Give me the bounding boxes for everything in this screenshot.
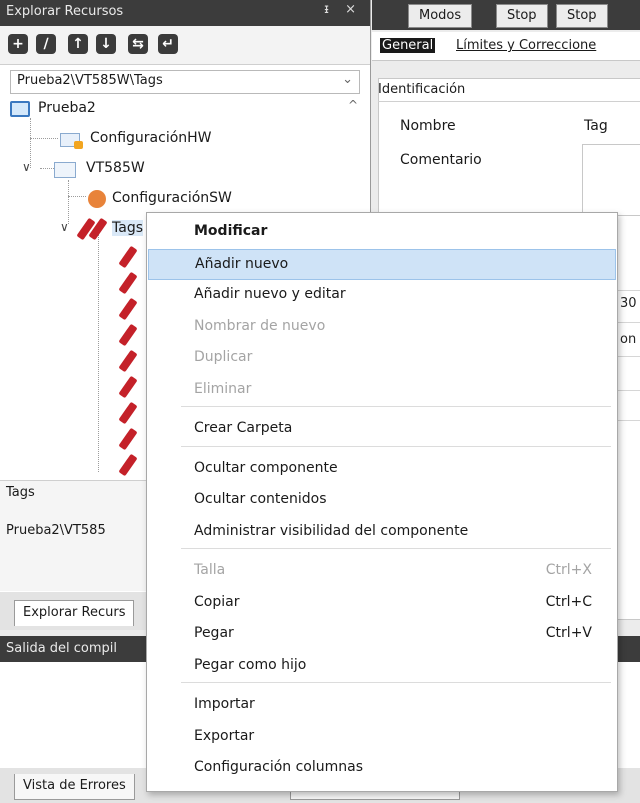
menu-item-shortcut: Ctrl+V: [545, 625, 592, 641]
menu-item-label: Crear Carpeta: [194, 420, 293, 436]
return-icon[interactable]: ↵: [158, 34, 178, 54]
chevron-down-icon[interactable]: ∨: [22, 160, 31, 174]
add-icon[interactable]: +: [8, 34, 28, 54]
menu-item-label: Importar: [194, 696, 255, 712]
summary-path: Prueba2\VT585: [6, 523, 106, 538]
context-menu: Modificar Añadir nuevo Añadir nuevo y edit…: [146, 212, 618, 792]
chevron-down-icon[interactable]: ∨: [60, 220, 69, 234]
menu-separator: [181, 445, 611, 447]
tag-icon[interactable]: [118, 401, 138, 425]
menu-item-configuracion-columnas[interactable]: Configuración columnas: [148, 753, 616, 784]
comentario-label: Comentario: [400, 152, 482, 168]
panel-device-icon: [54, 162, 76, 178]
summary-title: Tags: [6, 485, 35, 500]
comentario-field[interactable]: [582, 144, 640, 216]
menu-item-eliminar[interactable]: Eliminar: [148, 375, 616, 406]
mode-tabs: Modos Stop Stop: [372, 0, 640, 30]
menu-item-ocultar-componente[interactable]: Ocultar componente: [148, 454, 616, 485]
menu-item-copiar[interactable]: Copiar Ctrl+C: [148, 588, 616, 619]
tab-vista-errores[interactable]: Vista de Errores: [14, 774, 135, 800]
panel-pin-close-controls[interactable]: ᵻ ×: [324, 2, 362, 17]
tree-item-configuracionsw[interactable]: ConfiguraciónSW: [10, 186, 310, 212]
menu-item-duplicar[interactable]: Duplicar: [148, 343, 616, 374]
menu-item-label: Ocultar componente: [194, 459, 338, 476]
menu-item-anadir-nuevo[interactable]: Añadir nuevo: [148, 248, 616, 280]
menu-separator: [181, 682, 611, 683]
menu-item-label: Administrar visibilidad del componente: [194, 522, 469, 539]
nombre-label: Nombre: [400, 118, 456, 134]
tag-icon[interactable]: [118, 427, 138, 451]
section-divider: [378, 101, 640, 102]
tag-icon[interactable]: [118, 245, 138, 269]
menu-item-label: Configuración columnas: [194, 759, 364, 775]
tag-icon[interactable]: [118, 297, 138, 321]
tag-icon[interactable]: [118, 271, 138, 295]
section-identificacion: Identificación: [378, 82, 466, 97]
menu-item-label: Eliminar: [194, 380, 252, 397]
menu-separator: [181, 406, 611, 407]
menu-item-crear-carpeta[interactable]: Crear Carpeta: [148, 414, 616, 445]
menu-item-anadir-nuevo-y-editar[interactable]: Añadir nuevo y editar: [148, 280, 616, 311]
tree-item-tags[interactable]: ∨ Tags: [10, 216, 150, 242]
menu-item-label: Modificar: [194, 223, 268, 239]
explorer-toolbar: + ∕ ↑ ↓ ⇆ ↵: [0, 26, 370, 65]
project-icon: [10, 101, 30, 117]
menu-item-shortcut: Ctrl+X: [545, 562, 592, 578]
tab-general[interactable]: General: [380, 38, 436, 53]
menu-item-administrar-visibilidad-del-componente[interactable]: Administrar visibilidad del componente: [148, 517, 616, 548]
panel-title: Explorar Recursos: [6, 4, 124, 19]
tab-stop-2[interactable]: Stop: [556, 4, 608, 28]
tree-item-configuracionhw[interactable]: ConfiguraciónHW: [10, 126, 310, 152]
panel-title: Salida del compil: [6, 641, 118, 656]
menu-item-ocultar-contenidos[interactable]: Ocultar contenidos: [148, 485, 616, 516]
resource-explorer-titlebar: Explorar Recursos ᵻ ×: [0, 0, 370, 26]
tag-icon[interactable]: [118, 375, 138, 399]
menu-item-label: Talla: [194, 562, 226, 578]
move-up-icon[interactable]: ↑: [68, 34, 88, 54]
menu-item-label: Pegar: [194, 625, 234, 641]
menu-item-modificar[interactable]: Modificar: [148, 217, 616, 248]
menu-separator: [181, 548, 611, 549]
menu-item-talla[interactable]: Talla Ctrl+X: [148, 556, 616, 587]
chevron-down-icon[interactable]: ⌄: [342, 72, 353, 87]
hardware-config-icon: [60, 133, 83, 149]
nombre-field[interactable]: Tag: [584, 118, 608, 134]
menu-item-shortcut: Ctrl+C: [545, 593, 592, 610]
edit-icon[interactable]: ∕: [36, 34, 56, 54]
tab-stop-1[interactable]: Stop: [496, 4, 548, 28]
menu-item-pegar[interactable]: Pegar Ctrl+V: [148, 619, 616, 650]
tree-item-vt585w[interactable]: ∨ VT585W: [10, 156, 310, 182]
software-config-icon: [88, 190, 106, 208]
menu-item-nombrar-de-nuevo[interactable]: Nombrar de nuevo: [148, 312, 616, 343]
tag-icon[interactable]: [118, 349, 138, 373]
menu-item-exportar[interactable]: Exportar: [148, 722, 616, 753]
menu-item-pegar-como-hijo[interactable]: Pegar como hijo: [148, 651, 616, 682]
tag-icon[interactable]: [118, 453, 138, 477]
menu-item-label: Exportar: [194, 727, 255, 744]
menu-item-label: Añadir nuevo y editar: [194, 286, 346, 302]
move-down-icon[interactable]: ↓: [96, 34, 116, 54]
tab-limites-correcciones[interactable]: Límites y Correccione: [456, 38, 596, 53]
menu-item-label: Copiar: [194, 593, 240, 610]
tag-icon[interactable]: [118, 323, 138, 347]
path-dropdown[interactable]: Prueba2\VT585W\Tags ⌄: [10, 70, 360, 94]
menu-item-label: Añadir nuevo: [195, 255, 289, 272]
tab-explorar-recursos[interactable]: Explorar Recurs: [14, 600, 135, 626]
menu-item-importar[interactable]: Importar: [148, 690, 616, 721]
tree-line: [98, 234, 99, 472]
swap-icon[interactable]: ⇆: [128, 34, 148, 54]
tree-item-prueba2[interactable]: Prueba2: [10, 96, 310, 122]
path-value: Prueba2\VT585W\Tags: [17, 73, 163, 88]
value-fragment: on: [620, 332, 637, 347]
menu-item-label: Nombrar de nuevo: [194, 317, 326, 334]
tab-modos[interactable]: Modos: [408, 4, 473, 28]
value-fragment: 30: [620, 296, 637, 311]
menu-item-label: Duplicar: [194, 349, 253, 365]
menu-item-label: Pegar como hijo: [194, 656, 307, 673]
editor-subtabs: General Límites y Correccione: [372, 32, 640, 61]
menu-item-label: Ocultar contenidos: [194, 491, 327, 507]
